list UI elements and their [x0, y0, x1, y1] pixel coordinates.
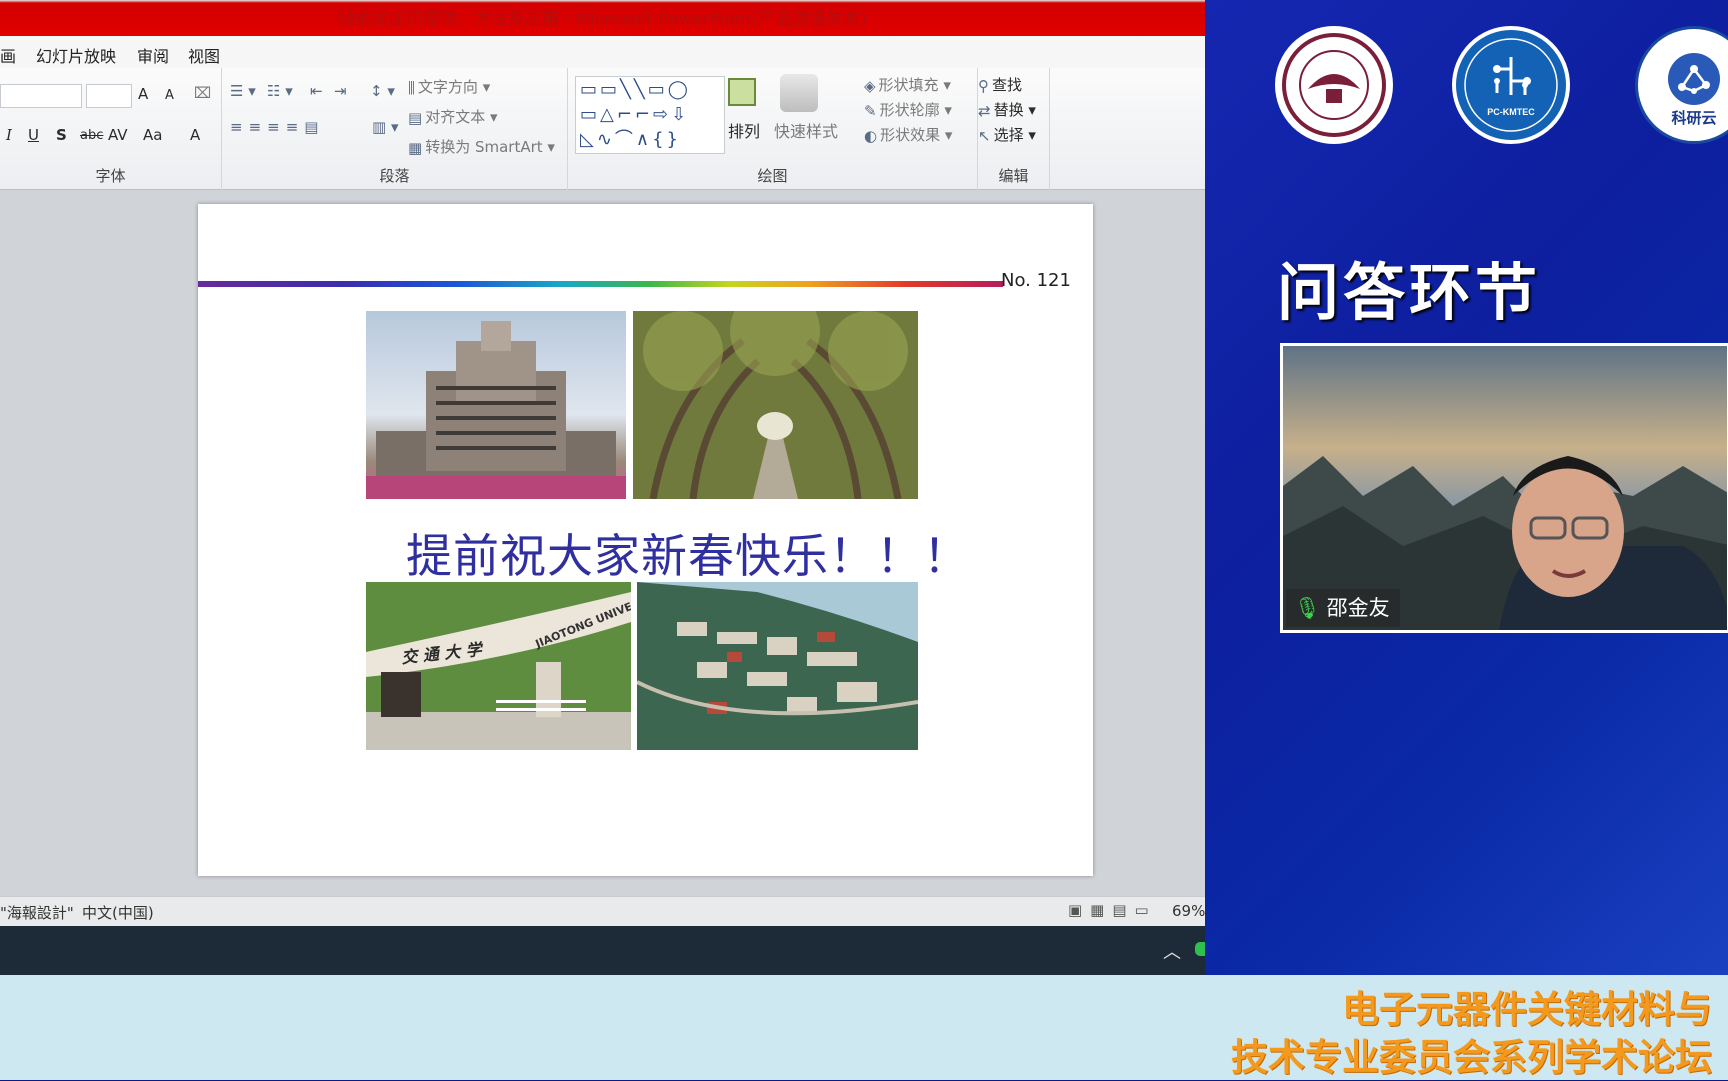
shape-effects-button[interactable]: ◐ 形状效果 ▾	[864, 124, 952, 145]
photo-university-gate: 交 通 大 学 JIAOTONG UNIVERSITY	[366, 582, 631, 750]
shapes-gallery[interactable]: ▭▭╲╲▭◯ ▭△⌐⌐⇨⇩ ◺∿⌒∧{}	[575, 76, 725, 154]
shape-fill-label: 形状填充	[878, 76, 939, 94]
paragraph-group-label: 段落	[379, 167, 410, 185]
taskbar: ︿	[0, 926, 1205, 975]
window-title: 微纳米压印原理、方法及应用 - Microsoft PowerPoint(产品激…	[337, 10, 868, 30]
font-group-label: 字体	[95, 167, 126, 185]
shape-outline-label: 形状轮廓	[879, 101, 940, 119]
speaker-name-tag: 🎙 邵金友	[1286, 589, 1400, 627]
columns-icon[interactable]: ▥ ▾	[372, 118, 398, 136]
strikethrough-button[interactable]: abc	[80, 128, 103, 143]
font-color-button[interactable]: A	[190, 126, 200, 144]
status-bar: "海報設計" 中文(中国) ▣▦▤▭ 69%	[0, 896, 1205, 926]
banner-line-2: 技术专业委员会系列学术论坛	[1231, 1036, 1712, 1079]
find-label: 查找	[992, 76, 1023, 94]
tab-animations[interactable]: 画	[0, 43, 16, 67]
binoculars-icon: ⚲	[978, 76, 989, 95]
arrange-icon	[728, 78, 756, 106]
microphone-icon: 🎙	[1294, 596, 1321, 620]
shape-outline-button[interactable]: ✎ 形状轮廓 ▾	[864, 99, 952, 120]
underline-button[interactable]: U	[28, 126, 39, 144]
align-icons[interactable]: ≡≡≡≡▤	[230, 118, 324, 136]
forum-banner: 电子元器件关键材料与 技术专业委员会系列学术论坛	[0, 975, 1728, 1080]
tab-view[interactable]: 视图	[188, 43, 220, 67]
align-text-button[interactable]: ▤ 对齐文本 ▾	[408, 106, 498, 127]
photo-main-building	[366, 311, 626, 499]
font-group: A A ⌧ I U S abc AV Aa A 字体	[0, 68, 222, 190]
view-buttons[interactable]: ▣▦▤▭	[1068, 901, 1157, 919]
tab-review[interactable]: 审阅	[137, 43, 169, 67]
cursor-icon: ↖	[978, 126, 991, 145]
ribbon: A A ⌧ I U S abc AV Aa A 字体 ☰ ▾ ☷ ▾ ⇤ ⇥ ↕…	[0, 68, 1205, 190]
grow-font-button[interactable]: A	[138, 85, 148, 103]
shape-fill-button[interactable]: ◈ 形状填充 ▾	[864, 74, 951, 95]
quick-styles-icon	[780, 74, 818, 112]
theme-name: "海報設計"	[0, 904, 74, 922]
pen-icon: ✎	[864, 101, 877, 120]
smartart-label: 转换为 SmartArt	[425, 138, 543, 156]
quick-styles-button[interactable]: 快速样式	[774, 118, 838, 142]
paint-bucket-icon: ◈	[864, 76, 876, 95]
replace-button[interactable]: ⇄ 替换 ▾	[978, 99, 1036, 120]
line-spacing-icon[interactable]: ↕ ▾	[370, 82, 395, 100]
italic-button[interactable]: I	[6, 126, 12, 144]
text-direction-button[interactable]: ⫼ 文字方向 ▾	[408, 76, 490, 97]
editing-group-label: 编辑	[998, 167, 1029, 185]
numbering-icon[interactable]: ☷ ▾	[267, 82, 293, 100]
slide-editor: No. 121 提前祝大家新春快乐！！！ 交 通 大 学 JIAOTONG UN…	[0, 191, 1205, 896]
svg-text:PC-KMTEC: PC-KMTEC	[1487, 107, 1535, 117]
smartart-icon: ▦	[408, 138, 423, 157]
replace-label: 替换	[993, 101, 1024, 119]
shadow-button[interactable]: S	[56, 126, 67, 144]
rainbow-divider	[198, 281, 1003, 287]
xidian-university-logo	[1275, 26, 1393, 144]
powerpoint-window: 微纳米压印原理、方法及应用 - Microsoft PowerPoint(产品激…	[0, 0, 1205, 975]
pc-kmtec-logo: PC-KMTEC	[1452, 26, 1570, 144]
text-direction-label: 文字方向	[417, 78, 478, 96]
drawing-group-label: 绘图	[757, 167, 788, 185]
text-direction-icon: ⫼	[408, 78, 415, 97]
tab-slideshow[interactable]: 幻灯片放映	[36, 43, 116, 67]
clear-format-icon[interactable]: ⌧	[194, 84, 211, 102]
speaker-video-feed[interactable]: 🎙 邵金友	[1280, 343, 1728, 633]
find-button[interactable]: ⚲ 查找	[978, 74, 1022, 95]
align-text-label: 对齐文本	[425, 108, 486, 126]
zoom-level[interactable]: 69%	[1172, 902, 1205, 920]
shrink-font-button[interactable]: A	[165, 88, 174, 103]
bullets-icon[interactable]: ☰ ▾	[230, 82, 256, 100]
shape-effects-label: 形状效果	[880, 126, 941, 144]
change-case-button[interactable]: Aa	[143, 126, 162, 144]
speaker-name: 邵金友	[1326, 596, 1390, 620]
slide-number: No. 121	[1001, 270, 1071, 291]
replace-icon: ⇄	[978, 101, 991, 120]
select-label: 选择	[993, 126, 1024, 144]
window-titlebar: 微纳米压印原理、方法及应用 - Microsoft PowerPoint(产品激…	[0, 0, 1205, 36]
editing-group: ⚲ 查找 ⇄ 替换 ▾ ↖ 选择 ▾ 编辑	[978, 68, 1050, 190]
livestream-sidebar: PC-KMTEC 科研云 问答环节 🎙 邵金友	[1205, 0, 1728, 975]
char-spacing-button[interactable]: AV	[108, 126, 128, 144]
slide-canvas[interactable]: No. 121 提前祝大家新春快乐！！！ 交 通 大 学 JIAOTONG UN…	[198, 204, 1093, 876]
arrange-button[interactable]: 排列	[728, 118, 760, 142]
research-cloud-logo: 科研云	[1635, 26, 1728, 144]
font-name-select[interactable]	[0, 84, 82, 108]
language-indicator[interactable]: 中文(中国)	[82, 902, 154, 923]
decrease-indent-icon[interactable]: ⇤	[310, 82, 323, 100]
select-button[interactable]: ↖ 选择 ▾	[978, 124, 1036, 145]
slide-greeting: 提前祝大家新春快乐！！！	[406, 529, 970, 583]
svg-text:科研云: 科研云	[1671, 109, 1716, 127]
increase-indent-icon[interactable]: ⇥	[334, 82, 347, 100]
effects-icon: ◐	[864, 126, 878, 145]
paragraph-group: ☰ ▾ ☷ ▾ ⇤ ⇥ ↕ ▾ ≡≡≡≡▤ ▥ ▾ ⫼ 文字方向 ▾ ▤ 对齐文本 …	[222, 68, 568, 190]
drawing-group: ▭▭╲╲▭◯ ▭△⌐⌐⇨⇩ ◺∿⌒∧{} 排列 快速样式 ◈ 形状填充 ▾ ✎ 形状轮廓…	[568, 68, 978, 190]
chevron-up-icon[interactable]: ︿	[1163, 938, 1181, 964]
ribbon-tabs: 画 幻灯片放映 审阅 视图	[0, 36, 1205, 68]
banner-line-1: 电子元器件关键材料与	[1342, 988, 1712, 1031]
align-text-icon: ▤	[408, 108, 423, 127]
tray-status-icon[interactable]	[1195, 942, 1205, 956]
smartart-button[interactable]: ▦ 转换为 SmartArt ▾	[408, 136, 555, 157]
photo-campus-aerial	[637, 582, 918, 750]
font-size-select[interactable]	[86, 84, 132, 108]
qa-session-title: 问答环节	[1277, 256, 1542, 329]
photo-tree-avenue	[633, 311, 918, 499]
